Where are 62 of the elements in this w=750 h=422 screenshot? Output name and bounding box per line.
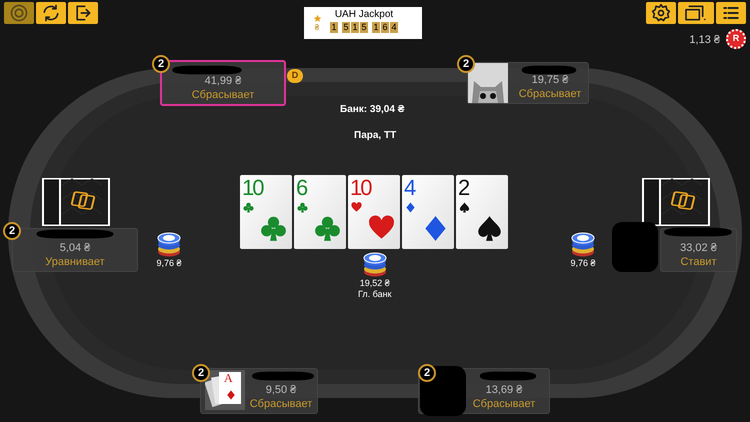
chip-stack-icon bbox=[570, 230, 596, 258]
player-action: Сбрасывает bbox=[472, 397, 536, 411]
star-icon bbox=[312, 14, 322, 22]
chip-amount: 9,76 ₴ bbox=[156, 258, 182, 269]
menu-button[interactable] bbox=[716, 2, 746, 24]
clubs-icon bbox=[297, 202, 308, 213]
card-rank: 2 bbox=[458, 176, 468, 200]
player-action: Сбрасывает bbox=[192, 88, 254, 102]
card-rank: 6 bbox=[296, 176, 306, 200]
jackpot-digit: 5 bbox=[360, 22, 368, 33]
player-action: Сбрасывает bbox=[250, 397, 312, 411]
settings-button[interactable] bbox=[646, 2, 676, 24]
seat-number-badge: 2 bbox=[457, 55, 475, 73]
redaction-mark bbox=[612, 222, 658, 272]
player-action: Уравнивает bbox=[45, 255, 105, 269]
spades-icon bbox=[476, 215, 503, 242]
refresh-icon bbox=[41, 3, 61, 23]
card-rank: 4 bbox=[404, 176, 414, 200]
stack-amount: 13,69 ₴ bbox=[486, 384, 522, 397]
chip-stack-icon bbox=[156, 230, 182, 258]
chip-stack-icon bbox=[362, 250, 388, 278]
stack-amount: 41,99 ₴ bbox=[204, 75, 242, 88]
stack-amount: 9,50 ₴ bbox=[266, 384, 296, 397]
jackpot-title: UAH Jackpot bbox=[334, 8, 394, 21]
main-pot-label: Гл. банк bbox=[358, 289, 392, 300]
exit-button[interactable] bbox=[68, 2, 98, 24]
chip-icon bbox=[9, 3, 29, 23]
card-rank: 10 bbox=[242, 176, 262, 200]
hearts-icon bbox=[351, 202, 362, 213]
fanned-cards-drawing bbox=[205, 370, 245, 410]
chip-amount: 19,52 ₴ bbox=[360, 278, 390, 289]
redaction-mark bbox=[420, 366, 466, 416]
pot-total: Банк: 39,04 ₴ bbox=[340, 103, 404, 117]
seat-number-badge: 2 bbox=[152, 55, 170, 73]
stack-amount: 33,02 ₴ bbox=[680, 242, 717, 255]
jackpot-digit: 1 bbox=[351, 22, 359, 33]
player-action: Сбрасывает bbox=[518, 87, 582, 101]
clubs-icon bbox=[260, 215, 287, 242]
clubs-icon bbox=[314, 215, 341, 242]
jackpot-digit: 5 bbox=[342, 22, 350, 33]
jackpot-digit: 6 bbox=[381, 22, 389, 33]
card-rank: 10 bbox=[350, 176, 370, 200]
currency-sign: ₴ bbox=[314, 22, 320, 32]
clubs-icon bbox=[243, 202, 254, 213]
chip-amount: 9,76 ₴ bbox=[570, 258, 596, 269]
stack-amount: 19,75 ₴ bbox=[532, 74, 568, 87]
diamond-icon bbox=[226, 389, 236, 401]
spades-icon bbox=[459, 202, 470, 213]
balance-chip-badge: R bbox=[726, 29, 746, 49]
balance-amount: 1,13 ₴ bbox=[689, 33, 720, 48]
settings-icon bbox=[651, 3, 671, 23]
jackpot-digit: 4 bbox=[390, 22, 398, 33]
diamonds-icon bbox=[405, 202, 416, 213]
refresh-button[interactable] bbox=[36, 2, 66, 24]
seat-number-badge: 2 bbox=[3, 222, 21, 240]
hand-description: Пара, TT bbox=[354, 129, 396, 143]
jackpot-digit: 1 bbox=[330, 22, 338, 33]
stack-amount: 5,04 ₴ bbox=[60, 242, 90, 255]
player-action: Ставит bbox=[680, 255, 716, 269]
ace-rank: A bbox=[224, 372, 233, 385]
jackpot-digit: 1 bbox=[372, 22, 380, 33]
layout-button[interactable] bbox=[678, 2, 714, 24]
